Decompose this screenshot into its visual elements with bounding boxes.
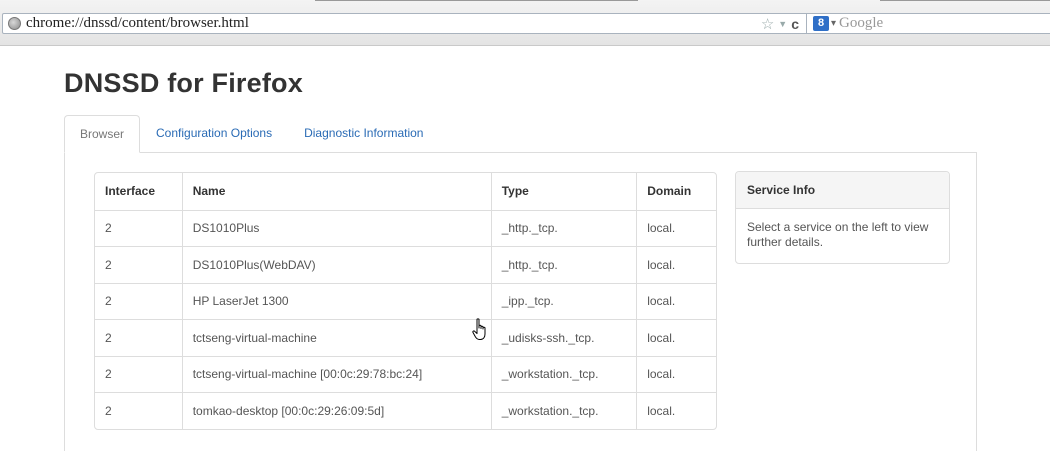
tab-diagnostic-information[interactable]: Diagnostic Information bbox=[288, 115, 439, 153]
cell-name: DS1010Plus bbox=[181, 209, 491, 246]
service-info-panel: Service Info Select a service on the lef… bbox=[735, 171, 950, 264]
search-engine-icon[interactable]: 8 bbox=[813, 16, 829, 31]
page-title: DNSSD for Firefox bbox=[64, 68, 303, 98]
search-bar[interactable]: 8 ▾ Google bbox=[806, 13, 1050, 34]
service-info-body: Select a service on the left to view fur… bbox=[747, 220, 929, 249]
cell-interface: 2 bbox=[95, 355, 182, 393]
cell-interface: 2 bbox=[95, 246, 182, 283]
cell-domain: local. bbox=[636, 282, 716, 319]
cell-name: tomkao-desktop [00:0c:29:26:09:5d] bbox=[181, 392, 491, 429]
bookmark-star-icon[interactable]: ☆ bbox=[761, 15, 774, 33]
cell-interface: 2 bbox=[95, 392, 182, 429]
cell-domain: local. bbox=[636, 355, 716, 392]
cell-name: tctseng-virtual-machine [00:0c:29:78:bc:… bbox=[181, 355, 491, 392]
column-header-type: Type bbox=[490, 173, 637, 210]
cell-domain: local. bbox=[636, 246, 716, 283]
cell-name: tctseng-virtual-machine bbox=[181, 319, 491, 356]
tab-configuration-options[interactable]: Configuration Options bbox=[140, 115, 288, 153]
cell-type: _http._tcp. bbox=[490, 246, 637, 283]
tab-browser[interactable]: Browser bbox=[64, 115, 141, 153]
services-table: Interface Name Type Domain 2 DS1010Plus … bbox=[94, 172, 717, 430]
table-row[interactable]: 2 tctseng-virtual-machine [00:0c:29:78:b… bbox=[95, 355, 716, 393]
cell-name: DS1010Plus(WebDAV) bbox=[181, 246, 491, 283]
cell-domain: local. bbox=[636, 319, 716, 356]
url-actions: ☆ ▼ c bbox=[761, 15, 799, 33]
column-header-interface: Interface bbox=[105, 184, 156, 199]
service-info-heading: Service Info bbox=[736, 172, 949, 209]
cell-name: HP LaserJet 1300 bbox=[181, 282, 491, 319]
history-dropdown-icon[interactable]: ▼ bbox=[778, 19, 787, 29]
column-header-domain: Domain bbox=[636, 173, 716, 210]
column-header-name: Name bbox=[181, 173, 491, 210]
cell-interface: 2 bbox=[95, 319, 182, 356]
url-text[interactable]: chrome://dnssd/content/browser.html bbox=[26, 15, 249, 32]
cell-type: _http._tcp. bbox=[490, 209, 637, 246]
search-placeholder[interactable]: Google bbox=[839, 15, 883, 32]
cell-interface: 2 bbox=[95, 209, 182, 247]
table-row[interactable]: 2 tctseng-virtual-machine _udisks-ssh._t… bbox=[95, 319, 716, 356]
cell-type: _udisks-ssh._tcp. bbox=[490, 319, 637, 356]
cell-domain: local. bbox=[636, 209, 716, 246]
hand-cursor-icon bbox=[472, 318, 486, 340]
search-engine-dropdown-icon[interactable]: ▾ bbox=[831, 18, 836, 29]
reload-icon[interactable]: c bbox=[791, 16, 799, 32]
browser-toolbar: chrome://dnssd/content/browser.html ☆ ▼ … bbox=[0, 0, 1050, 46]
toolbar-divider bbox=[315, 0, 638, 3]
tab-bar: Browser Configuration Options Diagnostic… bbox=[64, 115, 439, 153]
table-row[interactable]: 2 tomkao-desktop [00:0c:29:26:09:5d] _wo… bbox=[95, 392, 716, 429]
table-row[interactable]: 2 DS1010Plus(WebDAV) _http._tcp. local. bbox=[95, 246, 716, 283]
cell-domain: local. bbox=[636, 392, 716, 429]
table-row[interactable]: 2 DS1010Plus _http._tcp. local. bbox=[95, 209, 716, 247]
cell-interface: 2 bbox=[95, 282, 182, 320]
toolbar-divider bbox=[880, 0, 1050, 3]
address-bar[interactable]: chrome://dnssd/content/browser.html ☆ ▼ … bbox=[2, 13, 808, 34]
site-identity-icon[interactable] bbox=[8, 17, 21, 30]
table-row[interactable]: 2 HP LaserJet 1300 _ipp._tcp. local. bbox=[95, 282, 716, 320]
cell-type: _ipp._tcp. bbox=[490, 282, 637, 319]
cell-type: _workstation._tcp. bbox=[490, 355, 637, 392]
table-header-row: Interface Name Type Domain bbox=[95, 173, 716, 210]
cell-type: _workstation._tcp. bbox=[490, 392, 637, 429]
